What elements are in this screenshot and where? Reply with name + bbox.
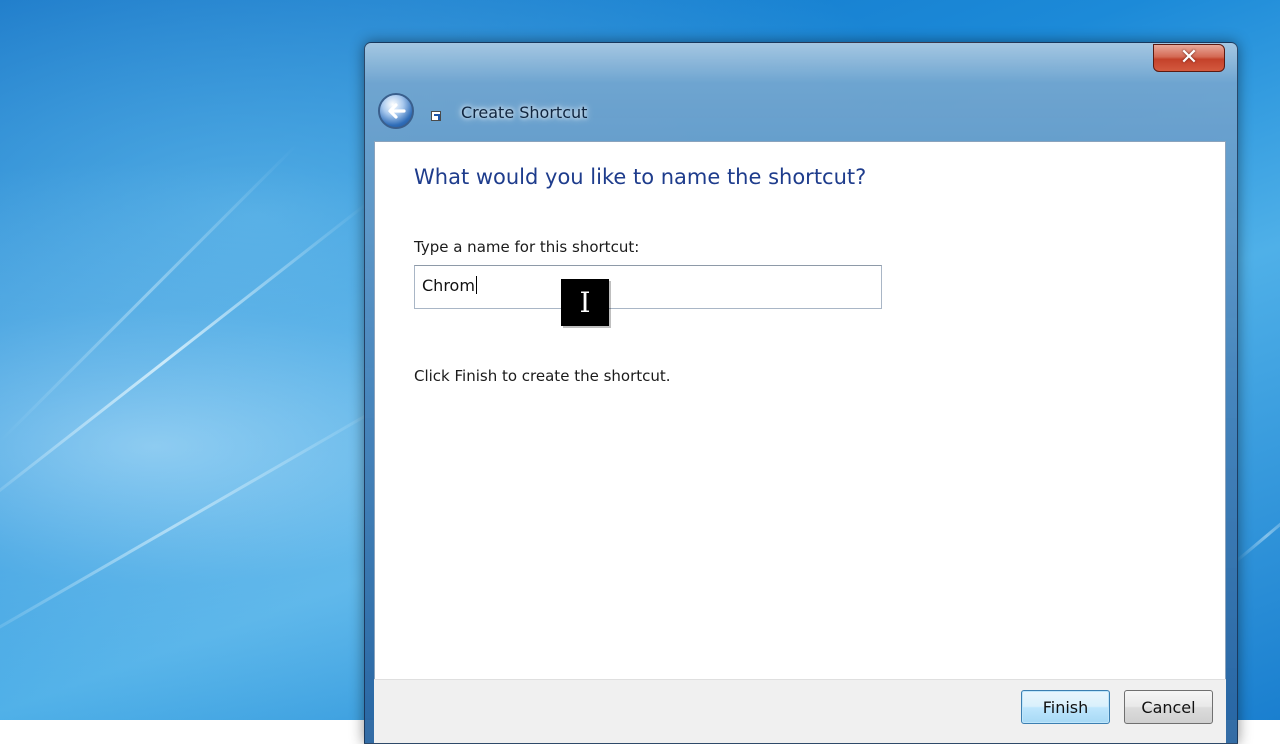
window-title: Create Shortcut — [461, 103, 588, 122]
shortcut-name-label: Type a name for this shortcut: — [414, 238, 640, 256]
back-button[interactable] — [378, 93, 414, 129]
finish-hint: Click Finish to create the shortcut. — [414, 367, 671, 385]
shortcut-name-input[interactable] — [414, 265, 882, 309]
close-icon: ✕ — [1179, 45, 1199, 70]
titlebar-sheen — [365, 43, 1237, 83]
button-bar: Finish Cancel — [374, 679, 1226, 743]
ibeam-glyph: I — [579, 286, 591, 319]
shortcut-icon — [431, 111, 441, 121]
close-button[interactable]: ✕ — [1153, 44, 1225, 72]
create-shortcut-window: ✕ Create Shortcut What would you like to… — [364, 42, 1238, 744]
finish-button[interactable]: Finish — [1021, 690, 1110, 724]
back-arrow-icon — [388, 103, 406, 119]
page-heading: What would you like to name the shortcut… — [414, 165, 867, 189]
ibeam-cursor-icon: I — [561, 279, 609, 326]
wizard-content: What would you like to name the shortcut… — [374, 141, 1226, 681]
cancel-button[interactable]: Cancel — [1124, 690, 1213, 724]
